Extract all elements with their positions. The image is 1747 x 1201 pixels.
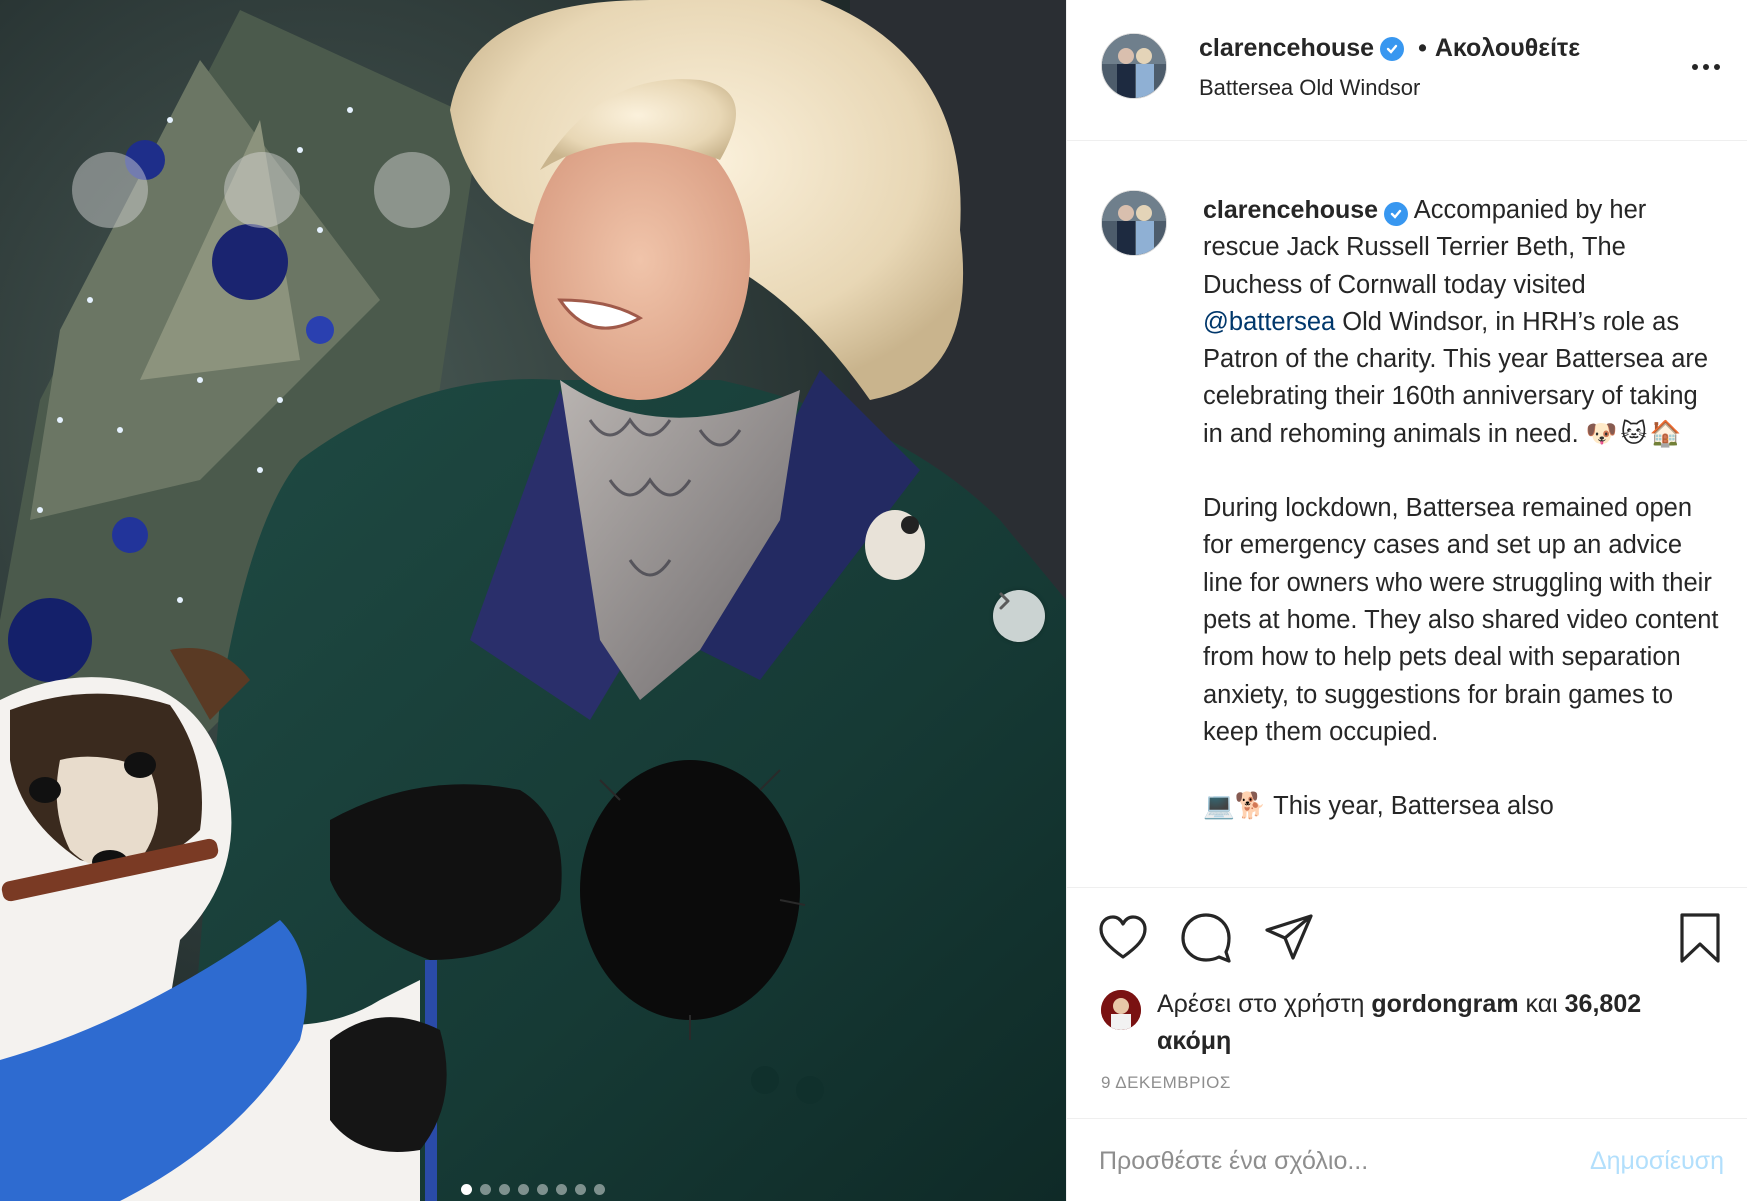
- bookmark-icon: [1680, 913, 1720, 963]
- avatar-photo: [1102, 34, 1166, 98]
- like-button[interactable]: [1097, 912, 1149, 964]
- post-image[interactable]: [0, 0, 1066, 1201]
- more-dot: [1692, 64, 1698, 70]
- location-link[interactable]: Battersea Old Windsor: [1199, 75, 1420, 101]
- carousel-dot: [575, 1184, 586, 1195]
- carousel-dot: [518, 1184, 529, 1195]
- likes-prefix: Αρέσει στο χρήστη: [1157, 990, 1365, 1018]
- dog-face-emoji: 🐶: [1585, 418, 1618, 449]
- avatar-photo: [1102, 191, 1166, 255]
- save-button[interactable]: [1674, 912, 1726, 964]
- comment-bar: Δημοσίευση: [1067, 1118, 1747, 1201]
- avatar[interactable]: [1101, 33, 1167, 99]
- watermark-circle: [224, 152, 300, 228]
- comment-button[interactable]: [1180, 912, 1232, 964]
- carousel-dot: [480, 1184, 491, 1195]
- house-emoji: 🏠: [1649, 418, 1682, 449]
- carousel-dot: [461, 1184, 472, 1195]
- likes-summary: Αρέσει στο χρήστη gordongram και 36,802 …: [1101, 986, 1677, 1060]
- liker-avatar[interactable]: [1101, 990, 1141, 1030]
- carousel-dot: [594, 1184, 605, 1195]
- comment-icon: [1181, 913, 1231, 963]
- paper-plane-icon: [1265, 914, 1313, 960]
- following-button[interactable]: Ακολουθείτε: [1435, 34, 1580, 63]
- more-dot: [1714, 64, 1720, 70]
- watermark-circle: [72, 152, 148, 228]
- post-actions: Αρέσει στο χρήστη gordongram και 36,802 …: [1067, 887, 1747, 1117]
- more-dot: [1703, 64, 1709, 70]
- caption: clarencehouse Accompanied by her rescue …: [1203, 192, 1723, 862]
- comment-input[interactable]: [1099, 1141, 1569, 1181]
- carousel-dot: [499, 1184, 510, 1195]
- post-comment-button[interactable]: Δημοσίευση: [1590, 1147, 1724, 1176]
- caption-paragraph: During lockdown, Battersea remained open…: [1203, 494, 1719, 746]
- more-options-button[interactable]: [1686, 55, 1726, 79]
- caption-paragraph: 💻🐕 This year, Battersea also: [1203, 792, 1554, 821]
- heart-icon: [1099, 915, 1147, 959]
- watermark-circle: [374, 152, 450, 228]
- carousel-dot: [537, 1184, 548, 1195]
- caption-username-link[interactable]: clarencehouse: [1203, 196, 1378, 224]
- verified-badge-icon: [1384, 202, 1409, 226]
- liker-avatar-photo: [1101, 990, 1141, 1030]
- next-slide-button[interactable]: [993, 590, 1045, 642]
- avatar[interactable]: [1101, 190, 1167, 256]
- carousel-dot: [556, 1184, 567, 1195]
- carousel-indicator: [0, 1184, 1066, 1195]
- likes-conjunction: και: [1525, 990, 1558, 1018]
- cat-face-emoji: 🐱: [1620, 418, 1648, 449]
- post-header: clarencehouse • Ακολουθείτε Battersea Ol…: [1067, 0, 1747, 141]
- verified-badge-icon: [1380, 36, 1405, 61]
- username-link[interactable]: clarencehouse: [1199, 34, 1374, 63]
- chevron-right-icon: [999, 592, 1010, 610]
- post-date[interactable]: 9 ΔΕΚΕΜΒΡΙΟΣ: [1101, 1073, 1231, 1093]
- post-details-panel: clarencehouse • Ακολουθείτε Battersea Ol…: [1066, 0, 1747, 1201]
- mention-link[interactable]: @battersea: [1203, 308, 1335, 336]
- liker-username-link[interactable]: gordongram: [1371, 990, 1518, 1018]
- post-photo-illustration: [0, 0, 1066, 1201]
- caption-scroll-area[interactable]: clarencehouse Accompanied by her rescue …: [1067, 142, 1747, 887]
- separator-dot: •: [1418, 34, 1427, 62]
- share-button[interactable]: [1263, 912, 1315, 964]
